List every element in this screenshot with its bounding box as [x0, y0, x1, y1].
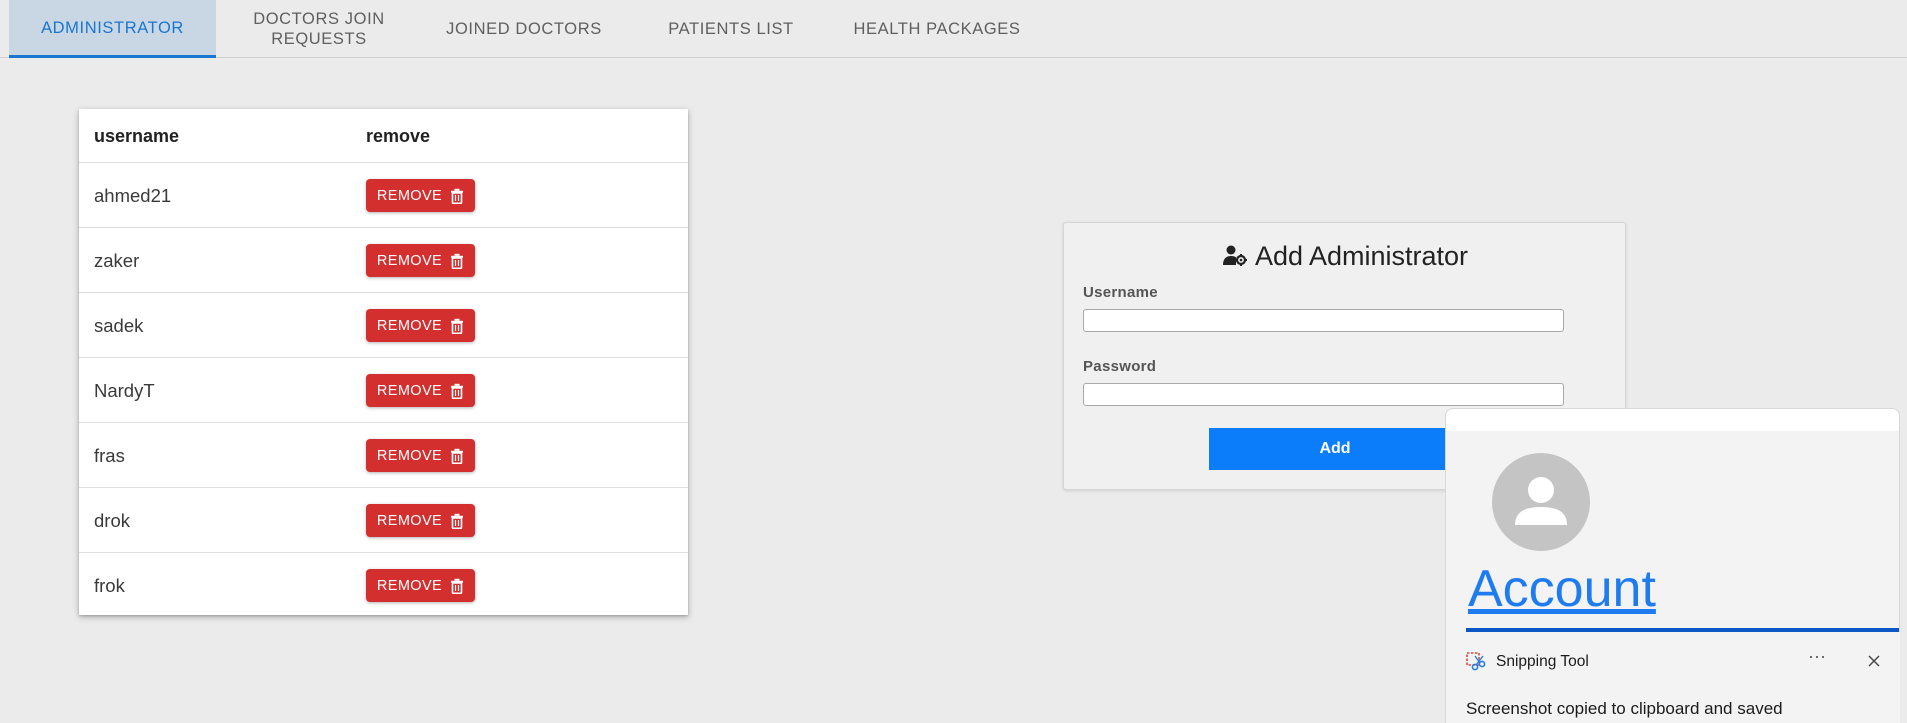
remove-button-label: REMOVE — [376, 252, 443, 269]
tab-label: PATIENTS LIST — [668, 20, 794, 38]
tab-bar: ADMINISTRATOR DOCTORS JOIN REQUESTS JOIN… — [0, 0, 1907, 58]
table-row: zaker REMOVE — [79, 228, 688, 293]
notification-message: Screenshot copied to clipboard and saved — [1466, 699, 1783, 718]
table-row: drok REMOVE — [79, 488, 688, 553]
username-label: Username — [1083, 284, 1158, 301]
tab-patients-list[interactable]: PATIENTS LIST — [650, 0, 812, 58]
table-row: ahmed21 REMOVE — [79, 163, 688, 228]
remove-button-label: REMOVE — [376, 577, 443, 594]
tab-doctors-join-requests[interactable]: DOCTORS JOIN REQUESTS — [232, 0, 406, 58]
remove-button[interactable]: REMOVE — [366, 439, 475, 472]
snipping-tool-icon — [1466, 652, 1486, 671]
add-button[interactable]: Add — [1209, 428, 1461, 470]
table-body: ahmed21 REMOVE zaker REMOVE sadek REMOVE Nardy… — [79, 163, 688, 618]
remove-button[interactable]: REMOVE — [366, 374, 475, 407]
username-cell: frok — [94, 574, 125, 596]
username-cell: zaker — [94, 249, 140, 271]
remove-button[interactable]: REMOVE — [366, 569, 475, 602]
username-cell: sadek — [94, 314, 144, 336]
tab-label: JOINED DOCTORS — [446, 20, 602, 38]
close-icon[interactable] — [1864, 651, 1884, 671]
trash-icon — [451, 383, 464, 399]
account-link[interactable]: Account — [1468, 559, 1656, 619]
table-row: frok REMOVE — [79, 553, 688, 618]
remove-button[interactable]: REMOVE — [366, 179, 475, 212]
trash-icon — [451, 188, 464, 204]
password-input[interactable] — [1083, 383, 1564, 406]
notification-app-name: Snipping Tool — [1496, 653, 1589, 670]
user-gear-icon — [1222, 245, 1247, 266]
trash-icon — [451, 578, 464, 594]
remove-button[interactable]: REMOVE — [366, 504, 475, 537]
remove-button[interactable]: REMOVE — [366, 244, 475, 277]
more-options-icon[interactable]: ··· — [1808, 646, 1826, 667]
tab-joined-doctors[interactable]: JOINED DOCTORS — [434, 0, 614, 58]
table-row: sadek REMOVE — [79, 293, 688, 358]
remove-button-label: REMOVE — [376, 317, 443, 334]
tab-label: DOCTORS JOIN REQUESTS — [253, 9, 385, 49]
trash-icon — [451, 448, 464, 464]
trash-icon — [451, 318, 464, 334]
remove-button-label: REMOVE — [376, 187, 443, 204]
tab-label-line2: REQUESTS — [271, 30, 367, 48]
administrators-table: username remove ahmed21 REMOVE zaker REMOVE… — [79, 109, 688, 615]
password-label: Password — [1083, 358, 1157, 375]
snipping-tool-notification[interactable]: Snipping Tool ··· Screenshot copied to c… — [1445, 632, 1900, 723]
remove-button-label: REMOVE — [376, 512, 443, 529]
column-header-remove: remove — [366, 125, 431, 146]
table-header: username remove — [79, 109, 688, 163]
remove-button-label: REMOVE — [376, 447, 443, 464]
column-header-username: username — [94, 125, 180, 146]
avatar-icon — [1492, 453, 1590, 551]
username-input[interactable] — [1083, 309, 1564, 332]
tab-label-line1: DOCTORS JOIN — [253, 10, 385, 28]
table-row: NardyT REMOVE — [79, 358, 688, 423]
tab-label: ADMINISTRATOR — [41, 18, 184, 37]
tab-label: HEALTH PACKAGES — [853, 20, 1021, 38]
tab-administrator[interactable]: ADMINISTRATOR — [9, 0, 216, 58]
table-row: fras REMOVE — [79, 423, 688, 488]
remove-button[interactable]: REMOVE — [366, 309, 475, 342]
username-cell: drok — [94, 509, 130, 531]
username-cell: fras — [94, 444, 125, 466]
remove-button-label: REMOVE — [376, 382, 443, 399]
popup-header-strip — [1446, 409, 1899, 431]
username-cell: ahmed21 — [94, 184, 172, 206]
username-cell: NardyT — [94, 379, 155, 401]
trash-icon — [451, 513, 464, 529]
tab-health-packages[interactable]: HEALTH PACKAGES — [846, 0, 1028, 58]
trash-icon — [451, 253, 464, 269]
form-title-text: Add Administrator — [1254, 241, 1469, 271]
form-title: Add Administrator — [1064, 241, 1627, 272]
